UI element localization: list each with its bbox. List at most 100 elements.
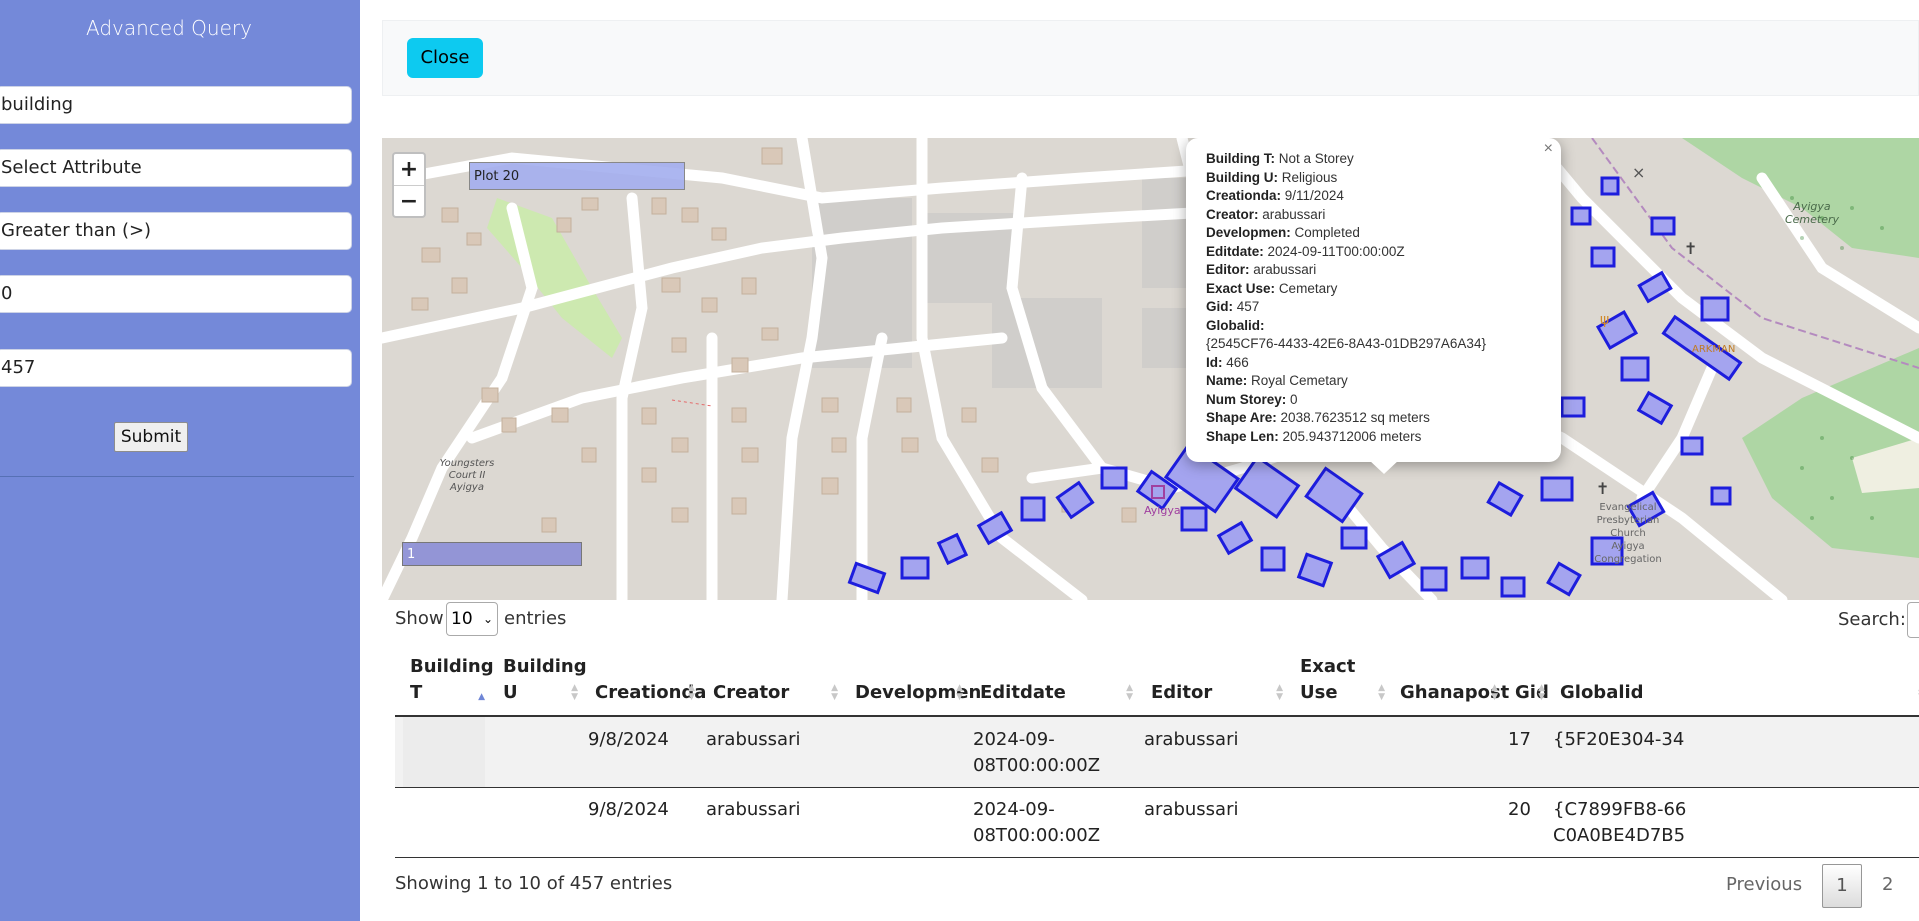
search-input[interactable] bbox=[1907, 602, 1919, 638]
attribute-select[interactable]: Select Attribute bbox=[0, 149, 352, 187]
popup-field: Creator: arabussari bbox=[1206, 206, 1541, 225]
submit-button[interactable]: Submit bbox=[114, 422, 188, 452]
column-header-label: Editdate bbox=[980, 682, 1066, 703]
popup-field-value: 9/11/2024 bbox=[1284, 188, 1344, 203]
column-header[interactable]: Creator ▲ ▼ bbox=[713, 640, 838, 716]
popup-field-value: 205.943712006 meters bbox=[1282, 428, 1422, 444]
popup-field: Id: 466 bbox=[1206, 354, 1541, 373]
popup-field-key: Creationda: bbox=[1206, 188, 1282, 203]
popup-close-icon[interactable]: × bbox=[1544, 140, 1553, 159]
column-header[interactable]: Exact Use ▲ ▼ bbox=[1300, 640, 1385, 716]
table-cell: 2024-09-08T00:00:00Z bbox=[973, 799, 1101, 846]
table-cell: arabussari bbox=[1144, 799, 1239, 820]
sort-icon: ▲ bbox=[478, 692, 485, 702]
page-1-button[interactable]: 1 bbox=[1822, 864, 1862, 908]
table-cell: {C7899FB8-66 C0A0BE4D7B5 bbox=[1553, 799, 1687, 846]
entries-select[interactable]: 10 ⌄ bbox=[446, 602, 498, 636]
column-header[interactable]: Building U ▲ ▼ bbox=[503, 640, 587, 716]
map-label-poi: ARKMAN bbox=[1692, 344, 1736, 355]
sort-icon: ▲▼ bbox=[688, 683, 695, 702]
map-label-cemetery: Ayigya Cemetery bbox=[1784, 200, 1840, 226]
table-cell bbox=[848, 717, 963, 787]
column-header[interactable]: Gid ▲ ▼ bbox=[1515, 640, 1549, 716]
popup-field: {2545CF76-4433-42E6-8A43-01DB297A6A34} bbox=[1206, 335, 1541, 354]
top-toolbar: Close bbox=[382, 20, 1919, 96]
map-label-court: Youngsters Court II Ayigya bbox=[439, 458, 495, 493]
popup-fields: Building T: Not a Storey Building U: Reli… bbox=[1206, 150, 1541, 446]
popup-field-key: Name: bbox=[1206, 373, 1248, 388]
popup-field-key: Exact Use: bbox=[1206, 280, 1276, 296]
sort-icon: ▲▼ bbox=[1126, 683, 1133, 702]
operator-select[interactable]: Greater than (>) bbox=[0, 212, 352, 250]
popup-field-key: Building U: bbox=[1206, 169, 1278, 185]
popup-field: Num Storey: 0 bbox=[1206, 391, 1541, 410]
popup-field-key: Num Storey: bbox=[1206, 391, 1287, 407]
svg-text:×: × bbox=[1632, 163, 1645, 182]
table-cell bbox=[1393, 787, 1498, 857]
popup-field-value: 2038.7623512 sq meters bbox=[1280, 410, 1430, 425]
popup-field: Developmen: Completed bbox=[1206, 224, 1541, 243]
table-cell bbox=[403, 717, 485, 787]
sort-icon: ▲▼ bbox=[956, 683, 963, 702]
plot-label: Plot 20 bbox=[469, 162, 685, 190]
entries-value: 10 bbox=[451, 609, 473, 629]
popup-field: Globalid: bbox=[1206, 317, 1541, 336]
column-header[interactable]: Creationda ▲ ▼ bbox=[595, 640, 706, 716]
sort-icon: ▲▼ bbox=[1276, 683, 1283, 702]
map-view[interactable]: ✝ ψ ✝ × Ayigya Cemetery Youngsters Court… bbox=[382, 138, 1919, 600]
sort-icon: ▲▼ bbox=[1491, 683, 1498, 702]
sort-icon: ▲▼ bbox=[571, 683, 578, 702]
column-header[interactable]: Editor ▲ ▼ bbox=[1151, 640, 1283, 716]
table-row[interactable]: 9/8/2024 arabussari 2024-09-08T00:00:00Z ar… bbox=[395, 717, 1919, 787]
column-header[interactable]: Developmen ▲ ▼ bbox=[855, 640, 981, 716]
sort-icon: ▲▼ bbox=[1538, 683, 1545, 702]
table-row[interactable]: 9/8/2024 arabussari 2024-09-08T00:00:00Z ar… bbox=[395, 787, 1919, 857]
table-cell bbox=[403, 787, 485, 857]
table-cell bbox=[1293, 787, 1385, 857]
feature-popup: × Building T: Not a Storey Building U: Re… bbox=[1186, 138, 1561, 462]
value-input[interactable]: 0 bbox=[0, 275, 352, 313]
layer-select[interactable]: building bbox=[0, 86, 352, 124]
table-info: Showing 1 to 10 of 457 entries bbox=[395, 873, 673, 894]
search-label: Search: bbox=[1838, 609, 1906, 630]
popup-field: Editor: arabussari bbox=[1206, 261, 1541, 280]
table-cell: 2024-09-08T00:00:00Z bbox=[973, 729, 1101, 776]
column-header[interactable]: Building T ▲ bbox=[410, 640, 494, 716]
popup-field: Shape Len: 205.943712006 meters bbox=[1206, 428, 1541, 447]
previous-button[interactable]: Previous bbox=[1726, 874, 1802, 895]
popup-field-key: Shape Len: bbox=[1206, 428, 1279, 444]
zoom-in-button[interactable]: + bbox=[394, 154, 424, 186]
map-label-church: Evangelical Presbyterian Church Ayigya C… bbox=[1594, 502, 1662, 565]
close-button[interactable]: Close bbox=[407, 38, 483, 78]
popup-field-value: Cemetary bbox=[1278, 280, 1338, 296]
popup-tip bbox=[1369, 460, 1399, 474]
popup-field-key: Developmen: bbox=[1206, 225, 1291, 240]
chevron-down-icon: ⌄ bbox=[482, 612, 493, 626]
table-cell bbox=[1393, 717, 1498, 787]
zoom-control: + − bbox=[392, 152, 426, 218]
zoom-out-button[interactable]: − bbox=[394, 186, 424, 217]
column-header[interactable]: Ghanapost ▲ ▼ bbox=[1400, 640, 1509, 716]
column-header-label: Globalid bbox=[1560, 682, 1644, 703]
column-header-label: Editor bbox=[1151, 682, 1213, 703]
popup-field-key: Id: bbox=[1206, 354, 1223, 370]
popup-field-key: Editdate: bbox=[1206, 243, 1264, 259]
column-header[interactable]: Editdate ▲ ▼ bbox=[980, 640, 1133, 716]
table-cell bbox=[1293, 717, 1385, 787]
popup-field-value: Completed bbox=[1294, 225, 1360, 240]
table-cell: {5F20E304-34 bbox=[1553, 729, 1685, 750]
popup-field-value: arabussari bbox=[1262, 206, 1326, 222]
table-cell: 9/8/2024 bbox=[588, 799, 669, 820]
column-header-label: Creator bbox=[713, 682, 790, 703]
column-header[interactable]: Globalid▲▼ bbox=[1560, 640, 1919, 716]
map-base-tiles: ✝ ψ ✝ × bbox=[382, 138, 1919, 600]
page-2-button[interactable]: 2 bbox=[1882, 874, 1893, 895]
table-cell: arabussari bbox=[706, 799, 801, 820]
table-cell bbox=[496, 717, 578, 787]
popup-field-value: {2545CF76-4433-42E6-8A43-01DB297A6A34} bbox=[1206, 336, 1486, 351]
feature-label: 1 bbox=[402, 542, 582, 566]
popup-field-key: Editor: bbox=[1206, 262, 1250, 277]
sort-icon: ▲▼ bbox=[1378, 683, 1385, 702]
result-count-field[interactable]: 457 bbox=[0, 349, 352, 387]
popup-field-value: 466 bbox=[1226, 354, 1249, 370]
